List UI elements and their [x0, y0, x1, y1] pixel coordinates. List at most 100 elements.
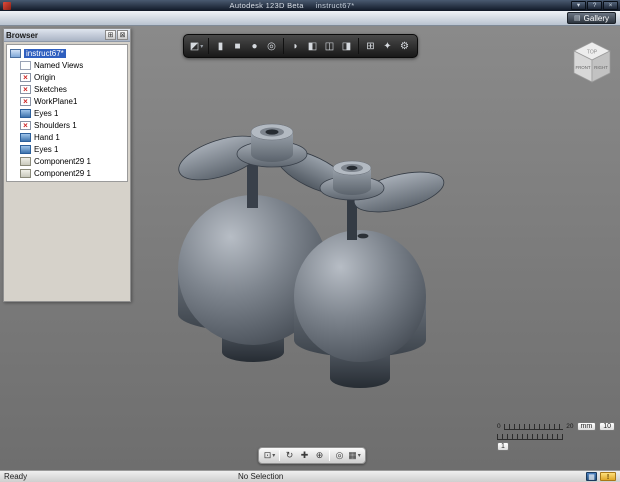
component-icon	[20, 168, 31, 178]
toolbar-separator	[208, 38, 209, 54]
shell-tool-icon: ◧	[307, 40, 318, 52]
tree-item-label: Sketches	[34, 84, 67, 94]
grid-ruler[interactable]	[497, 434, 563, 440]
view-cube[interactable]: TOP FRONT RIGHT	[569, 38, 615, 86]
box-tool-button[interactable]: ■	[229, 37, 246, 55]
pattern-tool-button[interactable]: ⊞	[362, 37, 379, 55]
grid-scale-widget: 0 20 mm 10 1	[497, 422, 615, 451]
browser-options-button[interactable]: ⊞	[105, 30, 116, 40]
pan-button[interactable]: ✚	[297, 449, 312, 462]
menu-bar: ▤ Gallery	[0, 11, 620, 26]
tree-item-label: Component29 1	[34, 168, 91, 178]
tree-item-origin[interactable]: × Origin	[7, 71, 127, 83]
scale-max-label: 20	[566, 423, 574, 430]
alert-indicator-icon[interactable]: !	[600, 472, 616, 481]
visible-icon	[20, 108, 31, 118]
zoom-window-button[interactable]: ⊡ ▾	[262, 449, 277, 462]
tree-item-label: Eyes 1	[34, 108, 59, 118]
fillet-tool-button[interactable]: ◗	[287, 37, 304, 55]
box-tool-icon: ■	[234, 40, 241, 52]
material-tool-button[interactable]: ✦	[379, 37, 396, 55]
browser-title: Browser	[6, 30, 39, 40]
viewport-canvas[interactable]: Browser ⊞ ⊠ instruct67* Named Views × Origi…	[0, 26, 620, 470]
dropdown-arrow-icon: ▾	[357, 453, 361, 459]
tree-item-label: Shoulders 1	[34, 120, 77, 130]
dropdown-arrow-icon: ▾	[272, 453, 276, 459]
torus-tool-icon: ◎	[267, 40, 276, 52]
window-menu-icon[interactable]: ▾	[571, 1, 586, 10]
hidden-icon: ×	[20, 120, 31, 130]
tree-item-label: Hand 1	[34, 132, 60, 142]
toolbar-separator	[358, 38, 359, 54]
title-bar: Autodesk 123D Beta instruct67* ▾ ? ×	[0, 0, 620, 11]
tree-item-instruct67-[interactable]: instruct67*	[7, 47, 127, 59]
units-box[interactable]: mm	[576, 422, 597, 431]
tree-item-eyes-1[interactable]: Eyes 1	[7, 107, 127, 119]
zoom-icon: ⊕	[315, 450, 324, 460]
hidden-icon: ×	[20, 96, 31, 106]
document-title: instruct67*	[315, 1, 355, 10]
tree-item-eyes-1[interactable]: Eyes 1	[7, 143, 127, 155]
sphere-tool-button[interactable]: ●	[246, 37, 263, 55]
tree-item-sketches[interactable]: × Sketches	[7, 83, 127, 95]
split-tool-icon: ◨	[341, 40, 352, 52]
tree-item-label: Origin	[34, 72, 56, 82]
nav-toolbar: ⊡ ▾ ↻ ✚ ⊕ ◎ ▦ ▾	[258, 447, 366, 464]
toolbar-separator	[279, 450, 280, 461]
zoom-button[interactable]: ⊕	[312, 449, 327, 462]
help-icon[interactable]: ?	[587, 1, 602, 10]
tree-item-hand-1[interactable]: Hand 1	[7, 131, 127, 143]
app-logo-icon	[3, 1, 11, 10]
close-icon[interactable]: ×	[603, 1, 618, 10]
browser-header[interactable]: Browser ⊞ ⊠	[4, 29, 130, 42]
display-style-button[interactable]: ▦ ▾	[347, 449, 362, 462]
gallery-grid-icon: ▤	[574, 14, 581, 22]
selection-status-label: No Selection	[238, 472, 284, 481]
scale-min-label: 0	[497, 423, 501, 430]
tree-item-label: instruct67*	[24, 48, 66, 58]
gallery-label: Gallery	[583, 13, 609, 23]
tree-item-workplane1[interactable]: × WorkPlane1	[7, 95, 127, 107]
views-icon	[20, 60, 31, 70]
cylinder-tool-icon: ▮	[217, 40, 224, 52]
snap-tool-button[interactable]: ⚙	[396, 37, 413, 55]
tree-item-component29-1[interactable]: Component29 1	[7, 155, 127, 167]
tree-item-label: WorkPlane1	[34, 96, 78, 106]
dropdown-arrow-icon: ▾	[200, 43, 204, 50]
look-at-button[interactable]: ◎	[332, 449, 347, 462]
tree-item-component29-1[interactable]: Component29 1	[7, 167, 127, 179]
viewcube-right-label[interactable]: RIGHT	[594, 65, 608, 70]
tree-item-named-views[interactable]: Named Views	[7, 59, 127, 71]
primitives-menu-button[interactable]: ◩ ▾	[188, 37, 205, 55]
tree-item-shoulders-1[interactable]: × Shoulders 1	[7, 119, 127, 131]
browser-tree: instruct67* Named Views × Origin × Sketches × W…	[6, 44, 128, 182]
fillet-tool-icon: ◗	[292, 40, 299, 52]
viewcube-front-label[interactable]: FRONT	[575, 65, 590, 70]
gallery-button[interactable]: ▤ Gallery	[567, 12, 616, 24]
snap-indicator-icon[interactable]: ▦	[586, 472, 597, 481]
browser-collapse-button[interactable]: ⊠	[117, 30, 128, 40]
visible-icon	[20, 144, 31, 154]
primitives-menu-icon: ◩	[189, 40, 200, 52]
browser-panel: Browser ⊞ ⊠ instruct67* Named Views × Origi…	[3, 28, 131, 302]
document-icon	[10, 48, 21, 58]
scale-value-box[interactable]: 10	[599, 422, 615, 431]
hidden-icon: ×	[20, 84, 31, 94]
grid-value-box[interactable]: 1	[497, 442, 509, 451]
scale-ruler[interactable]	[503, 423, 564, 430]
tree-item-label: Named Views	[34, 60, 84, 70]
combine-tool-button[interactable]: ◫	[321, 37, 338, 55]
snap-tool-icon: ⚙	[400, 40, 409, 52]
cylinder-tool-button[interactable]: ▮	[212, 37, 229, 55]
status-ready-label: Ready	[4, 472, 28, 481]
viewcube-top-label[interactable]: TOP	[587, 50, 598, 56]
tree-item-label: Eyes 1	[34, 144, 59, 154]
orbit-button[interactable]: ↻	[282, 449, 297, 462]
window-title: Autodesk 123D Beta instruct67*	[14, 1, 570, 10]
torus-tool-button[interactable]: ◎	[263, 37, 280, 55]
shell-tool-button[interactable]: ◧	[304, 37, 321, 55]
sphere-tool-icon: ●	[251, 40, 258, 52]
orbit-icon: ↻	[285, 450, 294, 460]
split-tool-button[interactable]: ◨	[338, 37, 355, 55]
zoom-window-icon: ⊡	[263, 450, 272, 460]
